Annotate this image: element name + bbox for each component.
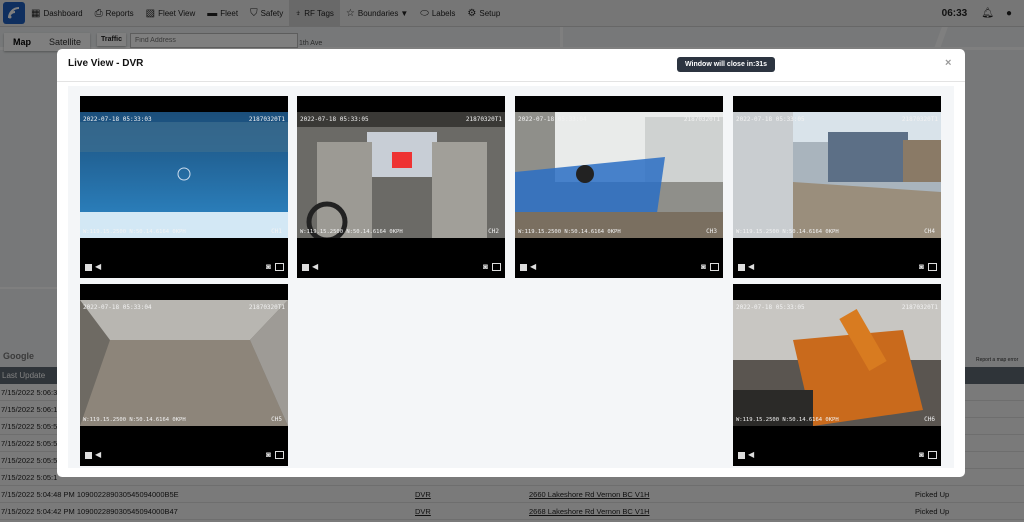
camera-snapshot-icon[interactable]: ◙ bbox=[919, 262, 924, 271]
timestamp: 2022-07-18 05:33:05 bbox=[736, 116, 805, 123]
camera-tile-ch6: 2022-07-18 05:33:05 21870320T1 W:119.15.… bbox=[733, 284, 941, 466]
camera-snapshot-icon[interactable]: ◙ bbox=[266, 262, 271, 271]
channel-label: CH6 bbox=[924, 416, 935, 423]
gps-readout: W:119.15.2500 N:50.14.6164 0KPH bbox=[736, 417, 839, 423]
camera-feed[interactable]: 2022-07-18 05:33:04 21870320T1 W:119.15.… bbox=[515, 112, 723, 238]
volume-icon[interactable]: ◀ bbox=[312, 262, 318, 271]
camera-tile-ch4: 2022-07-18 05:33:05 21870320T1 W:119.15.… bbox=[733, 96, 941, 278]
fullscreen-icon[interactable] bbox=[710, 263, 719, 271]
fullscreen-icon[interactable] bbox=[275, 263, 284, 271]
gps-readout: W:119.15.2500 N:50.14.6164 0KPH bbox=[518, 229, 621, 235]
camera-controls: ◀ ◙ bbox=[515, 262, 723, 274]
stop-icon[interactable] bbox=[85, 264, 92, 271]
device-id: 21870320T1 bbox=[465, 116, 502, 123]
device-id: 21870320T1 bbox=[901, 116, 938, 123]
fullscreen-icon[interactable] bbox=[928, 451, 937, 459]
volume-icon[interactable]: ◀ bbox=[530, 262, 536, 271]
stop-icon[interactable] bbox=[302, 264, 309, 271]
device-id: 21870320T1 bbox=[683, 116, 720, 123]
camera-feed[interactable]: 2022-07-18 05:33:04 21870320T1 W:119.15.… bbox=[80, 300, 288, 426]
camera-tile-ch2: 2022-07-18 05:33:05 21870320T1 W:119.15.… bbox=[297, 96, 505, 278]
device-id: 21870320T1 bbox=[248, 116, 285, 123]
camera-snapshot-icon[interactable]: ◙ bbox=[701, 262, 706, 271]
camera-snapshot-icon[interactable]: ◙ bbox=[483, 262, 488, 271]
gps-readout: W:119.15.2500 N:50.14.6164 0KPH bbox=[83, 229, 186, 235]
fullscreen-icon[interactable] bbox=[928, 263, 937, 271]
camera-snapshot-icon[interactable]: ◙ bbox=[266, 450, 271, 459]
camera-controls: ◀ ◙ bbox=[733, 262, 941, 274]
camera-tile-ch1: 2022-07-18 05:33:03 21870320T1 W:119.15.… bbox=[80, 96, 288, 278]
fullscreen-icon[interactable] bbox=[492, 263, 501, 271]
timestamp: 2022-07-18 05:33:03 bbox=[83, 116, 152, 123]
stop-icon[interactable] bbox=[738, 452, 745, 459]
modal-title: Live View - DVR bbox=[68, 58, 144, 69]
channel-label: CH1 bbox=[271, 228, 282, 235]
device-id: 21870320T1 bbox=[248, 304, 285, 311]
close-timer-badge: Window will close in:31s bbox=[677, 57, 776, 72]
close-icon[interactable]: × bbox=[945, 57, 951, 69]
live-view-modal: Live View - DVR Window will close in:31s… bbox=[57, 49, 965, 477]
camera-grid: 2022-07-18 05:33:03 21870320T1 W:119.15.… bbox=[68, 86, 954, 468]
camera-tile-ch5: 2022-07-18 05:33:04 21870320T1 W:119.15.… bbox=[80, 284, 288, 466]
stop-icon[interactable] bbox=[738, 264, 745, 271]
timestamp: 2022-07-18 05:33:05 bbox=[300, 116, 369, 123]
camera-controls: ◀ ◙ bbox=[733, 450, 941, 462]
camera-feed[interactable]: 2022-07-18 05:33:05 21870320T1 W:119.15.… bbox=[733, 300, 941, 426]
channel-label: CH3 bbox=[706, 228, 717, 235]
camera-snapshot-icon[interactable]: ◙ bbox=[919, 450, 924, 459]
channel-label: CH4 bbox=[924, 228, 935, 235]
divider bbox=[57, 81, 965, 82]
camera-controls: ◀ ◙ bbox=[80, 262, 288, 274]
channel-label: CH2 bbox=[488, 228, 499, 235]
device-id: 21870320T1 bbox=[901, 304, 938, 311]
volume-icon[interactable]: ◀ bbox=[95, 450, 101, 459]
channel-label: CH5 bbox=[271, 416, 282, 423]
camera-feed[interactable]: 2022-07-18 05:33:05 21870320T1 W:119.15.… bbox=[297, 112, 505, 238]
camera-tile-ch3: 2022-07-18 05:33:04 21870320T1 W:119.15.… bbox=[515, 96, 723, 278]
camera-feed[interactable]: 2022-07-18 05:33:05 21870320T1 W:119.15.… bbox=[733, 112, 941, 238]
timestamp: 2022-07-18 05:33:04 bbox=[83, 304, 152, 311]
timestamp: 2022-07-18 05:33:04 bbox=[518, 116, 587, 123]
timestamp: 2022-07-18 05:33:05 bbox=[736, 304, 805, 311]
volume-icon[interactable]: ◀ bbox=[748, 262, 754, 271]
fullscreen-icon[interactable] bbox=[275, 451, 284, 459]
camera-controls: ◀ ◙ bbox=[80, 450, 288, 462]
stop-icon[interactable] bbox=[520, 264, 527, 271]
gps-readout: W:119.15.2500 N:50.14.6164 0KPH bbox=[300, 229, 403, 235]
volume-icon[interactable]: ◀ bbox=[748, 450, 754, 459]
gps-readout: W:119.15.2500 N:50.14.6164 0KPH bbox=[736, 229, 839, 235]
stop-icon[interactable] bbox=[85, 452, 92, 459]
camera-controls: ◀ ◙ bbox=[297, 262, 505, 274]
camera-feed[interactable]: 2022-07-18 05:33:03 21870320T1 W:119.15.… bbox=[80, 112, 288, 238]
volume-icon[interactable]: ◀ bbox=[95, 262, 101, 271]
gps-readout: W:119.15.2500 N:50.14.6164 0KPH bbox=[83, 417, 186, 423]
